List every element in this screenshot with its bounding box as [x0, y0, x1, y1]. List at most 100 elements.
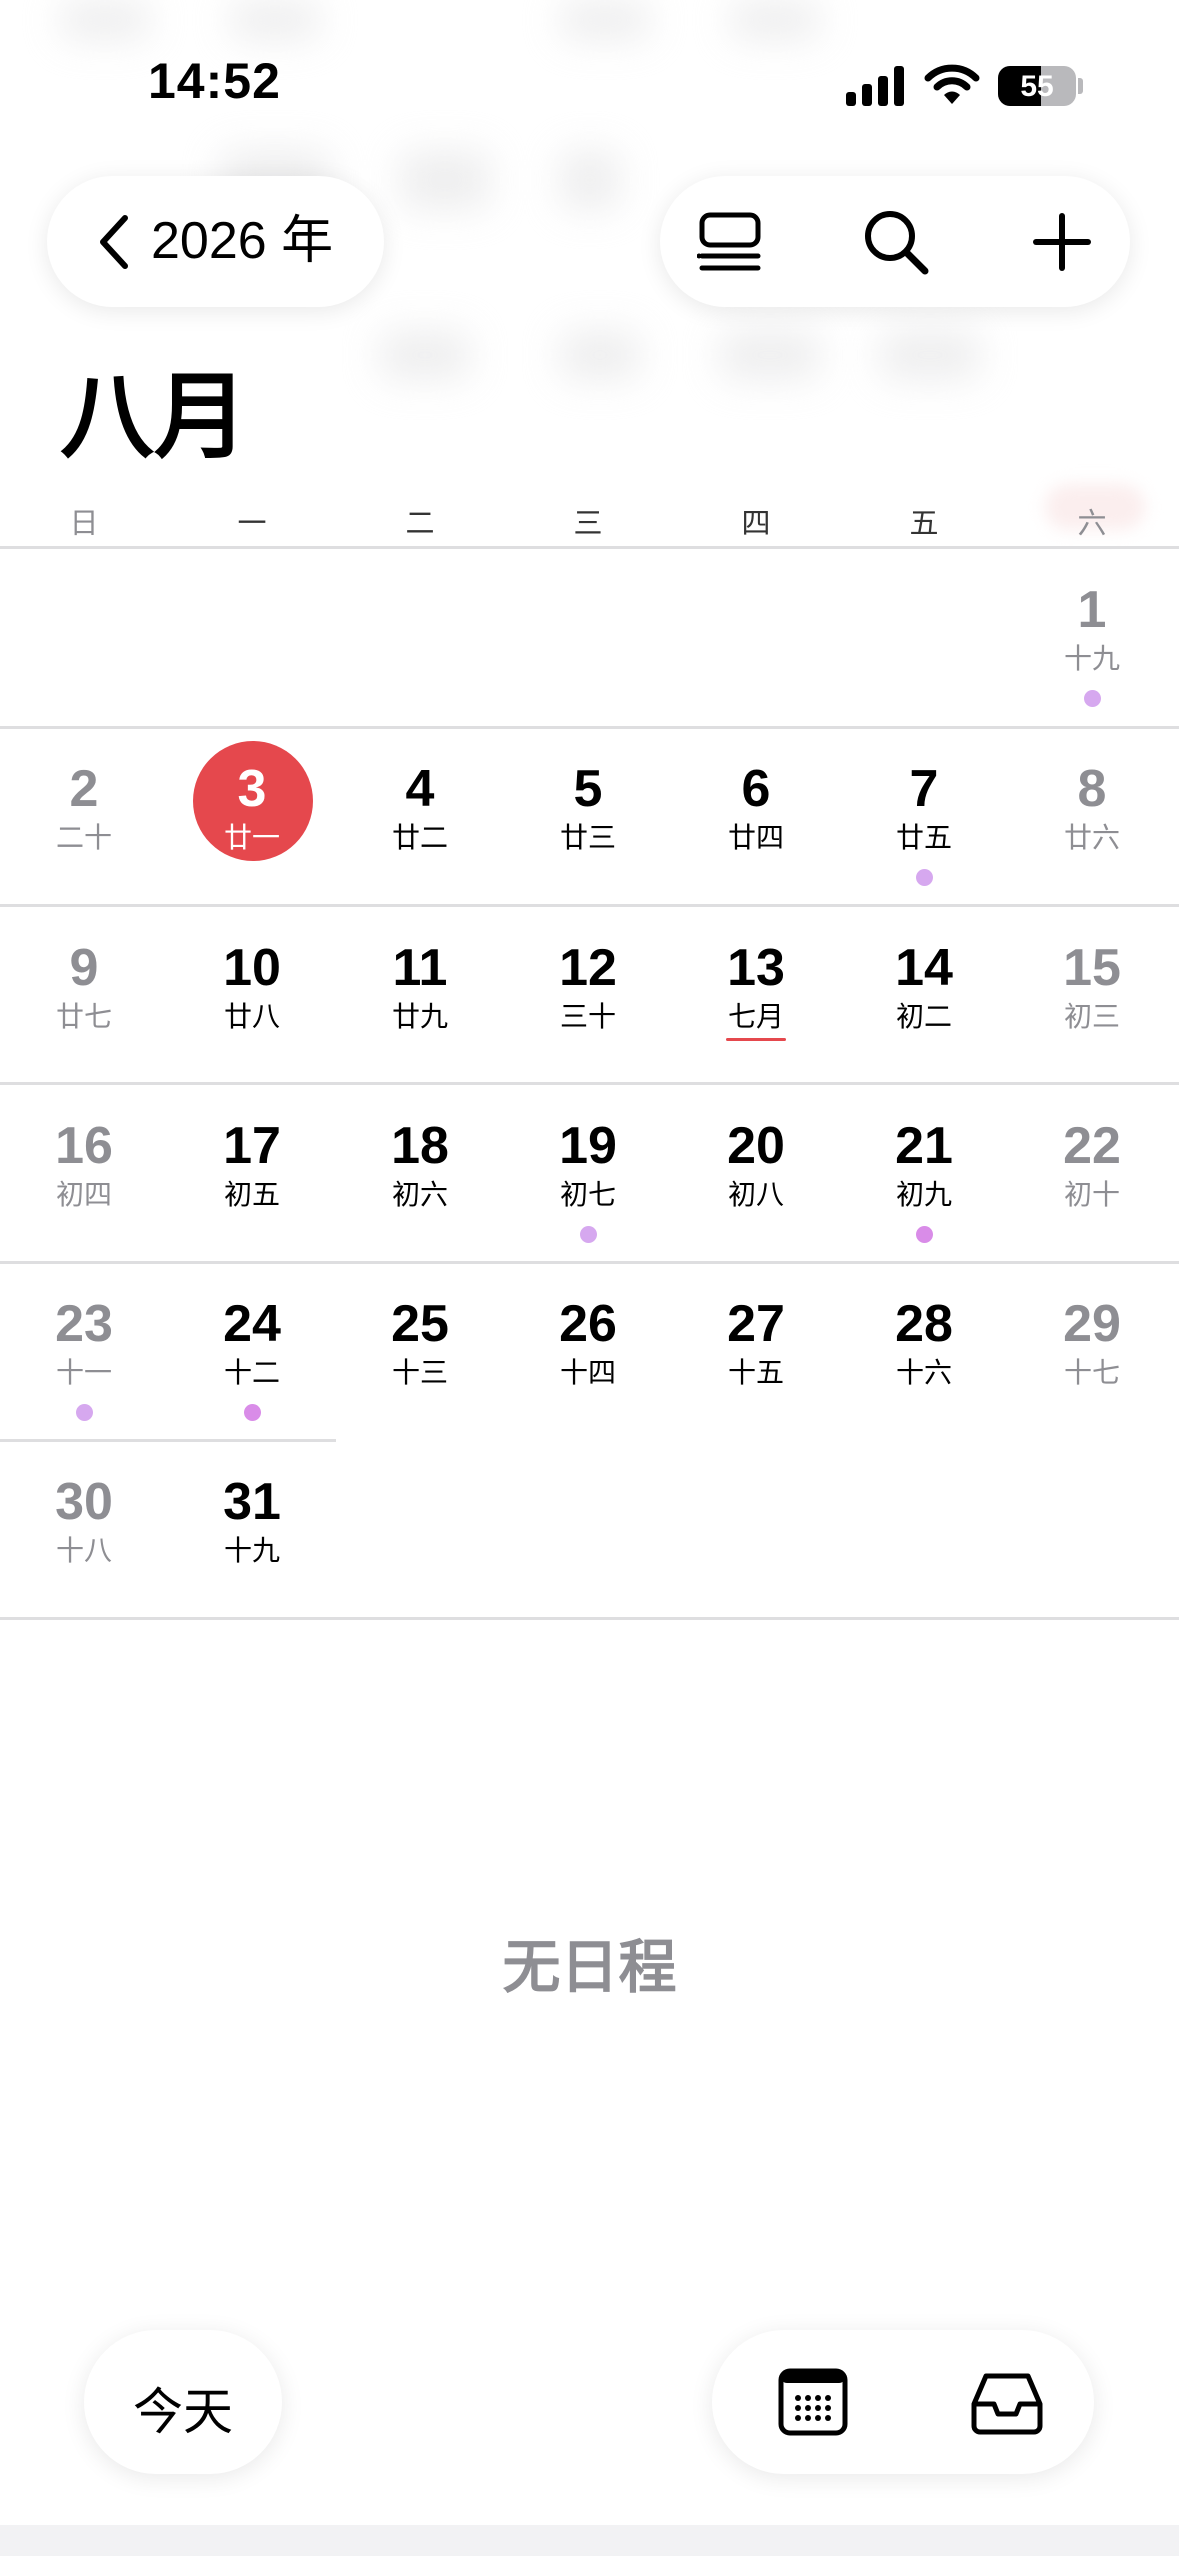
day-cell[interactable]: 2 二十 — [0, 727, 168, 905]
day-cell[interactable]: 11 廿九 — [336, 906, 504, 1084]
day-number: 22 — [1063, 1117, 1121, 1175]
calendar-icon[interactable] — [776, 2366, 850, 2438]
day-cell[interactable]: 21 初九 — [840, 1084, 1008, 1262]
day-number: 3 — [237, 760, 267, 818]
add-event-button[interactable] — [1024, 204, 1100, 280]
lunar-date: 十六 — [895, 1357, 952, 1388]
search-icon — [865, 211, 929, 275]
day-cell[interactable]: 19 初七 — [504, 1084, 672, 1262]
back-to-year-button[interactable]: 2026 年 — [47, 176, 384, 307]
month-title: 八月 — [60, 364, 249, 469]
weekday-label: 一 — [237, 508, 267, 540]
day-number: 24 — [223, 1295, 281, 1353]
lunar-date: 初七 — [559, 1179, 616, 1210]
day-cell[interactable]: 14 初二 — [840, 906, 1008, 1084]
day-number: 30 — [55, 1473, 113, 1531]
lunar-date: 十八 — [55, 1535, 112, 1566]
today-button[interactable]: 今天 — [84, 2330, 282, 2474]
day-cell[interactable]: 13 七月 — [672, 906, 840, 1084]
day-cell[interactable]: 1 十九 — [1008, 548, 1176, 726]
status-time: 14:52 — [148, 53, 281, 109]
lunar-date: 初四 — [55, 1179, 112, 1210]
day-number: 23 — [55, 1295, 113, 1353]
day-cell[interactable]: 12 三十 — [504, 906, 672, 1084]
day-number: 27 — [727, 1295, 785, 1353]
day-number: 25 — [391, 1295, 449, 1353]
event-dot — [580, 1226, 597, 1243]
lunar-date: 十九 — [1063, 643, 1120, 674]
day-cell[interactable]: 31 十九 — [168, 1440, 336, 1618]
lunar-date: 初五 — [223, 1179, 280, 1210]
bottom-toolbar — [712, 2330, 1094, 2474]
day-number: 4 — [405, 760, 435, 818]
day-number: 10 — [223, 939, 281, 997]
week-separator — [0, 546, 1179, 549]
inbox-icon[interactable] — [970, 2366, 1044, 2438]
search-button[interactable] — [858, 204, 934, 280]
day-cell[interactable]: 18 初六 — [336, 1084, 504, 1262]
day-number: 16 — [55, 1117, 113, 1175]
list-view-icon — [697, 212, 761, 271]
day-number: 15 — [1063, 939, 1121, 997]
battery-nub — [1078, 78, 1083, 94]
year-label: 2026 年 — [151, 212, 334, 270]
lunar-date: 初二 — [895, 1001, 952, 1032]
day-cell[interactable]: 16 初四 — [0, 1084, 168, 1262]
day-cell[interactable]: 30 十八 — [0, 1440, 168, 1618]
day-cell[interactable]: 5 廿三 — [504, 727, 672, 905]
lunar-date: 廿七 — [55, 1001, 112, 1032]
day-cell[interactable]: 29 十七 — [1008, 1262, 1176, 1440]
day-number: 5 — [573, 760, 603, 818]
list-view-button[interactable] — [692, 204, 768, 280]
lunar-date: 二十 — [55, 822, 112, 853]
day-number: 1 — [1077, 581, 1107, 639]
toolbar — [660, 176, 1130, 307]
weekday-label: 四 — [741, 508, 771, 540]
weekday-label: 五 — [909, 508, 939, 540]
day-cell[interactable]: 10 廿八 — [168, 906, 336, 1084]
lunar-date: 初九 — [895, 1179, 952, 1210]
home-indicator-area — [0, 2525, 1179, 2556]
lunar-date: 廿九 — [391, 1001, 448, 1032]
day-cell[interactable]: 6 廿四 — [672, 727, 840, 905]
add-icon — [1033, 213, 1091, 271]
day-number: 6 — [741, 760, 771, 818]
lunar-date: 初八 — [727, 1179, 784, 1210]
day-cell[interactable]: 28 十六 — [840, 1262, 1008, 1440]
lunar-date: 三十 — [559, 1001, 616, 1032]
day-cell[interactable]: 26 十四 — [504, 1262, 672, 1440]
day-cell[interactable]: 8 廿六 — [1008, 727, 1176, 905]
day-cell[interactable]: 20 初八 — [672, 1084, 840, 1262]
day-number: 13 — [727, 939, 785, 997]
lunar-date: 十二 — [223, 1357, 280, 1388]
weekday-label: 日 — [69, 508, 99, 540]
battery-icon: 55 — [998, 66, 1076, 106]
day-cell[interactable]: 7 廿五 — [840, 727, 1008, 905]
lunar-date: 十一 — [55, 1357, 112, 1388]
day-number: 8 — [1077, 760, 1107, 818]
day-cell[interactable]: 17 初五 — [168, 1084, 336, 1262]
day-number: 31 — [223, 1473, 281, 1531]
day-cell-today[interactable]: 3 廿一 — [168, 727, 336, 905]
lunar-date: 十九 — [223, 1535, 280, 1566]
lunar-date: 廿三 — [559, 822, 616, 853]
weekday-label: 二 — [405, 508, 435, 540]
event-dot — [916, 869, 933, 886]
no-events-label: 无日程 — [502, 1935, 677, 2000]
day-cell[interactable]: 25 十三 — [336, 1262, 504, 1440]
lunar-date: 七月 — [727, 1001, 784, 1032]
day-number: 14 — [895, 939, 953, 997]
day-cell[interactable]: 9 廿七 — [0, 906, 168, 1084]
day-number: 11 — [392, 939, 448, 997]
day-cell[interactable]: 23 十一 — [0, 1262, 168, 1440]
day-cell[interactable]: 4 廿二 — [336, 727, 504, 905]
day-cell[interactable]: 27 十五 — [672, 1262, 840, 1440]
lunar-date: 十三 — [391, 1357, 448, 1388]
day-cell[interactable]: 22 初十 — [1008, 1084, 1176, 1262]
today-label: 今天 — [133, 2384, 233, 2440]
lunar-date: 廿六 — [1063, 822, 1120, 853]
cellular-signal-icon — [846, 66, 906, 106]
day-cell[interactable]: 24 十二 — [168, 1262, 336, 1440]
chevron-left-icon — [100, 215, 128, 269]
day-cell[interactable]: 15 初三 — [1008, 906, 1176, 1084]
